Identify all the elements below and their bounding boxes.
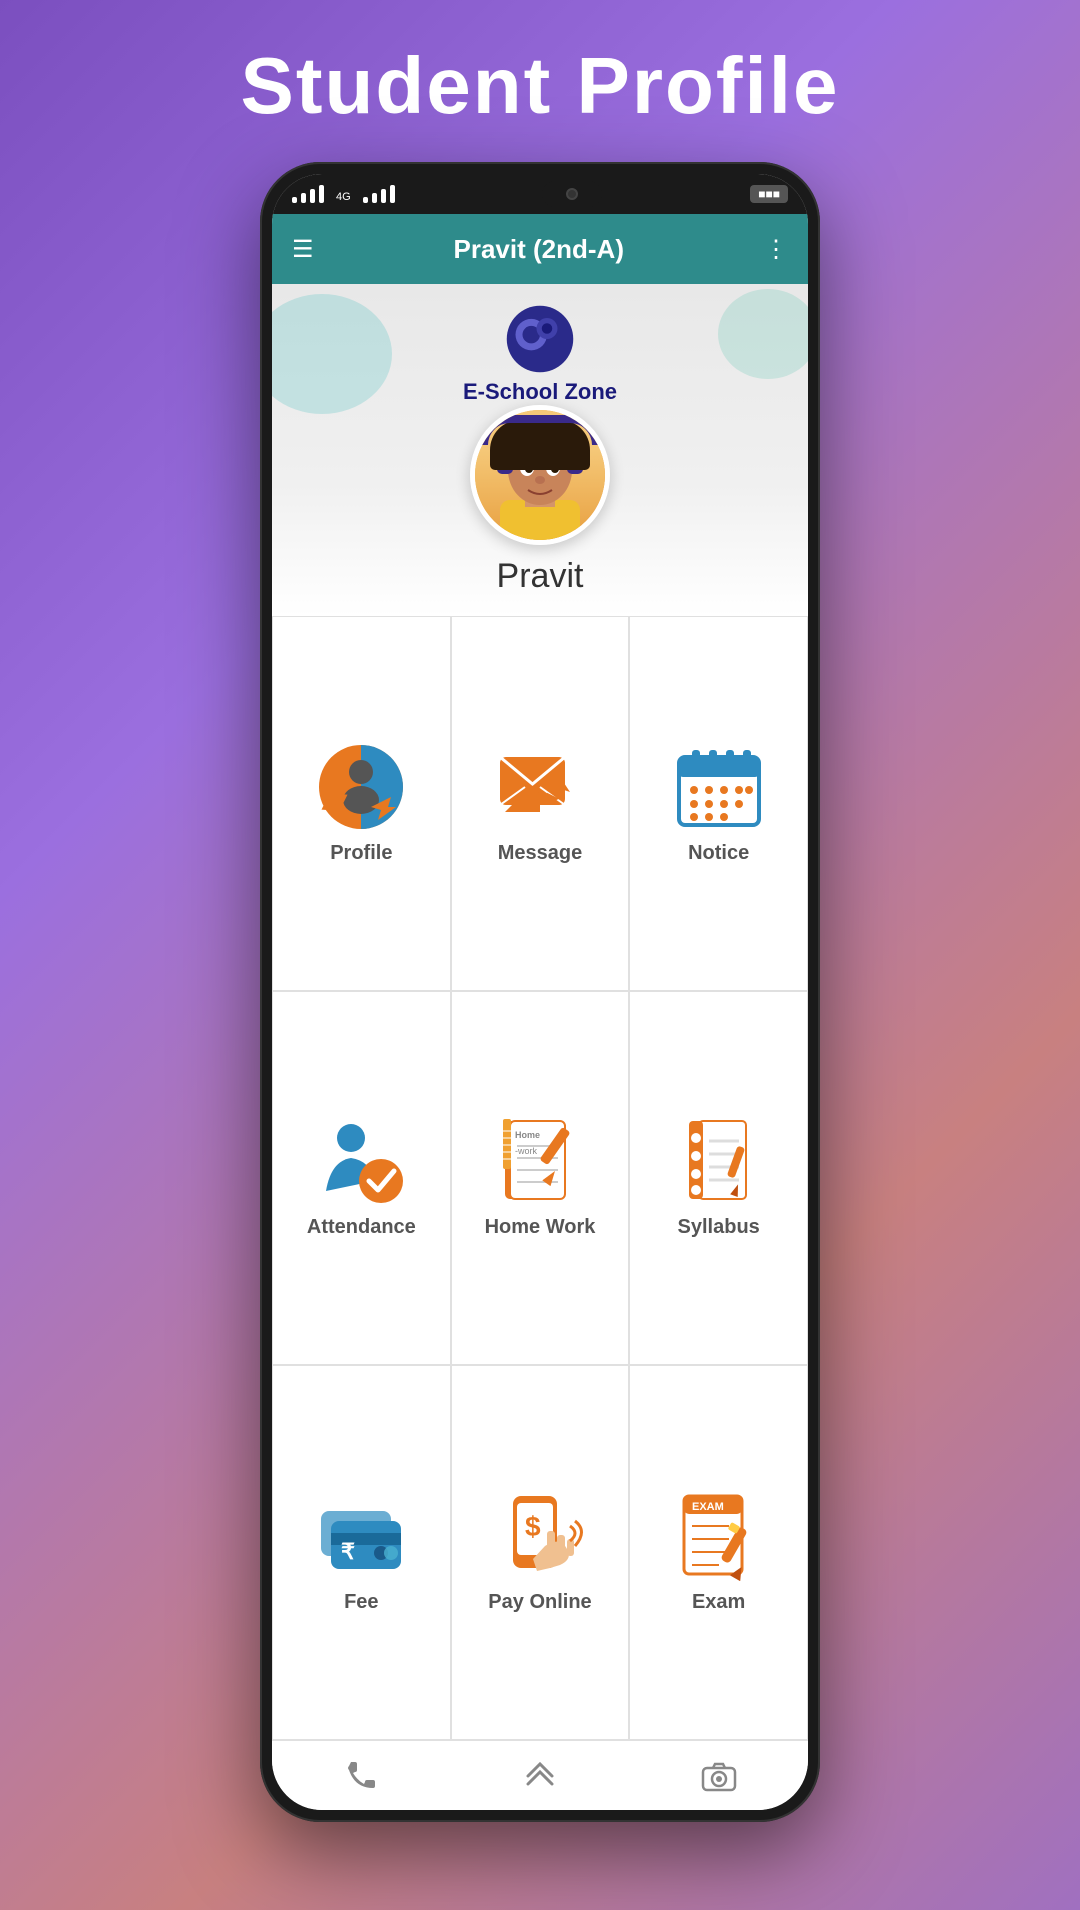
menu-item-payonline[interactable]: $ Pay Online	[451, 1365, 630, 1740]
menu-item-fee[interactable]: ₹ Fee	[272, 1365, 451, 1740]
up-nav-icon[interactable]	[522, 1758, 558, 1794]
menu-item-syllabus[interactable]: Syllabus	[629, 991, 808, 1366]
profile-icon-area	[316, 742, 406, 832]
signal-bar-3	[310, 189, 315, 203]
payonline-menu-label: Pay Online	[488, 1591, 591, 1614]
camera-nav-icon[interactable]	[701, 1758, 737, 1794]
notice-icon	[674, 742, 764, 832]
more-options-icon[interactable]: ⋮	[764, 235, 788, 264]
camera-notch	[542, 181, 602, 207]
exam-icon-area: EXAM	[674, 1491, 764, 1581]
signal-bar-1	[292, 197, 297, 203]
svg-text:₹: ₹	[341, 1539, 355, 1564]
student-name-label: Pravit	[497, 557, 584, 596]
svg-text:-work: -work	[515, 1146, 537, 1156]
carrier-label: 4G	[336, 191, 351, 203]
signal-bar-6	[372, 193, 377, 203]
signal-bar-5	[363, 197, 368, 203]
hamburger-menu-icon[interactable]: ☰	[292, 235, 314, 264]
menu-item-attendance[interactable]: Attendance	[272, 991, 451, 1366]
menu-grid: Profile	[272, 616, 808, 1740]
phone-nav-icon[interactable]	[343, 1758, 379, 1794]
attendance-menu-label: Attendance	[307, 1216, 416, 1239]
homework-icon: Home -work	[495, 1116, 585, 1206]
signal-bar-4	[319, 185, 324, 203]
header-decoration-right	[718, 289, 808, 379]
signal-bar-7	[381, 189, 386, 203]
menu-item-profile[interactable]: Profile	[272, 616, 451, 991]
signal-bar-2	[301, 193, 306, 203]
battery-indicator: ■■■	[750, 185, 788, 203]
syllabus-menu-label: Syllabus	[678, 1216, 760, 1239]
bottom-navigation	[272, 1740, 808, 1810]
fee-menu-label: Fee	[344, 1591, 378, 1614]
homework-icon-area: Home -work	[495, 1116, 585, 1206]
message-icon	[495, 742, 585, 832]
svg-text:Home: Home	[515, 1130, 540, 1140]
signal-bar-8	[390, 185, 395, 203]
fee-icon-area: ₹	[316, 1491, 406, 1581]
notice-icon-area	[674, 742, 764, 832]
svg-text:EXAM: EXAM	[692, 1501, 724, 1513]
message-icon-area	[495, 742, 585, 832]
profile-icon	[316, 742, 406, 832]
page-title: Student Profile	[241, 40, 840, 132]
menu-item-message[interactable]: Message	[451, 616, 630, 991]
profile-header: E-School Zone	[272, 284, 808, 616]
school-logo-icon	[505, 304, 575, 374]
attendance-icon-area	[316, 1116, 406, 1206]
fee-icon: ₹	[316, 1491, 406, 1581]
syllabus-icon	[674, 1116, 764, 1206]
exam-icon: EXAM	[674, 1491, 764, 1581]
svg-text:$: $	[525, 1511, 541, 1542]
app-bar: ☰ Pravit (2nd-A) ⋮	[272, 214, 808, 284]
message-menu-label: Message	[498, 842, 583, 865]
app-bar-title: Pravit (2nd-A)	[454, 234, 624, 265]
menu-item-notice[interactable]: Notice	[629, 616, 808, 991]
header-decoration-left	[272, 294, 392, 414]
phone-frame: 4G ■■■ ☰ Pravit (2nd-A) ⋮	[260, 162, 820, 1822]
avatar-face	[475, 410, 605, 540]
phone-screen: 4G ■■■ ☰ Pravit (2nd-A) ⋮	[272, 174, 808, 1810]
signal-bars: 4G	[292, 185, 395, 203]
menu-item-exam[interactable]: EXAM Exam	[629, 1365, 808, 1740]
school-name-label: E-School Zone	[463, 379, 617, 405]
front-camera	[566, 188, 578, 200]
avatar-headphones	[480, 415, 600, 445]
homework-menu-label: Home Work	[485, 1216, 596, 1239]
phone-icon	[343, 1758, 379, 1794]
chevron-up-icon	[522, 1758, 558, 1794]
profile-menu-label: Profile	[330, 842, 392, 865]
attendance-icon	[316, 1116, 406, 1206]
exam-menu-label: Exam	[692, 1591, 745, 1614]
payonline-icon: $	[495, 1491, 585, 1581]
menu-item-homework[interactable]: Home -work Home Work	[451, 991, 630, 1366]
status-bar: 4G ■■■	[272, 174, 808, 214]
camera-icon	[701, 1758, 737, 1794]
student-avatar	[470, 405, 610, 545]
school-branding: E-School Zone	[463, 304, 617, 405]
syllabus-icon-area	[674, 1116, 764, 1206]
notice-menu-label: Notice	[688, 842, 749, 865]
payonline-icon-area: $	[495, 1491, 585, 1581]
